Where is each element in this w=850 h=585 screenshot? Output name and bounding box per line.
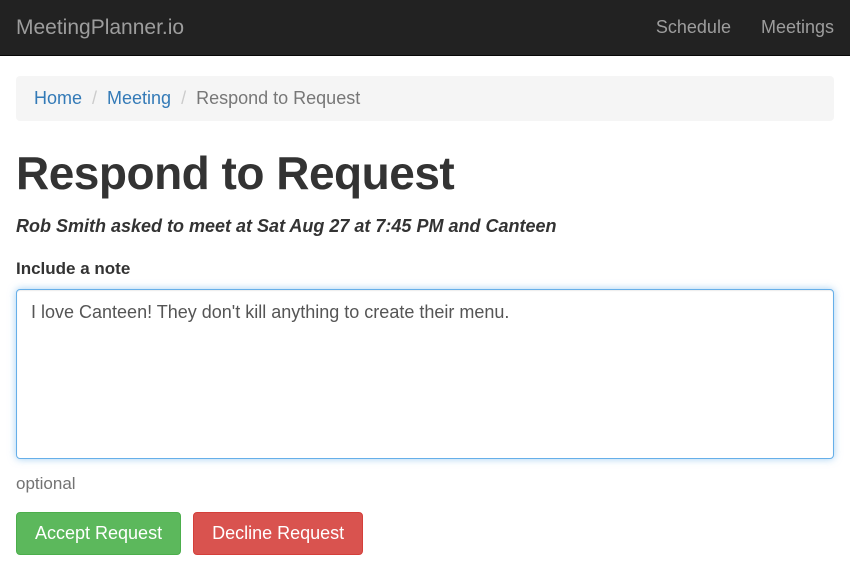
navbar-right: Schedule Meetings (656, 17, 834, 38)
breadcrumb-home[interactable]: Home (34, 88, 82, 109)
main-container: Home / Meeting / Respond to Request Resp… (0, 76, 850, 555)
note-textarea[interactable] (16, 289, 834, 459)
note-help-text: optional (16, 474, 834, 494)
note-label: Include a note (16, 259, 834, 279)
decline-request-button[interactable]: Decline Request (193, 512, 363, 555)
breadcrumb: Home / Meeting / Respond to Request (16, 76, 834, 121)
navbar: MeetingPlanner.io Schedule Meetings (0, 0, 850, 56)
breadcrumb-separator: / (171, 88, 196, 109)
breadcrumb-separator: / (82, 88, 107, 109)
request-subtitle: Rob Smith asked to meet at Sat Aug 27 at… (16, 216, 834, 237)
breadcrumb-meeting[interactable]: Meeting (107, 88, 171, 109)
navbar-brand[interactable]: MeetingPlanner.io (16, 16, 184, 40)
nav-link-schedule[interactable]: Schedule (656, 17, 731, 38)
accept-request-button[interactable]: Accept Request (16, 512, 181, 555)
page-title: Respond to Request (16, 146, 834, 200)
button-row: Accept Request Decline Request (16, 512, 834, 555)
breadcrumb-current: Respond to Request (196, 88, 360, 109)
nav-link-meetings[interactable]: Meetings (761, 17, 834, 38)
